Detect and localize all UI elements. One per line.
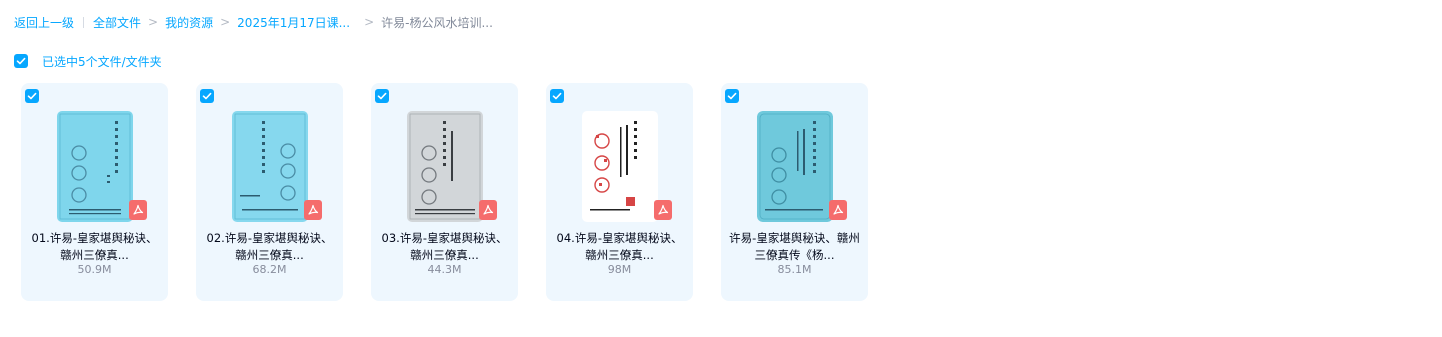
check-icon <box>202 92 212 100</box>
check-icon <box>27 92 37 100</box>
file-card[interactable]: 03.许易-皇家堪舆秘诀、 赣州三僚真... 44.3M <box>371 83 518 301</box>
file-name-line: 赣州三僚真... <box>410 248 479 262</box>
check-icon <box>727 92 737 100</box>
file-card[interactable]: 04.许易-皇家堪舆秘诀、 赣州三僚真... 98M <box>546 83 693 301</box>
file-size: 50.9M <box>77 263 112 276</box>
file-card[interactable]: 许易-皇家堪舆秘诀、赣州 三僚真传《杨... 85.1M <box>721 83 868 301</box>
pdf-thumbnail <box>57 111 133 222</box>
breadcrumb: 返回上一级 全部文件 > 我的资源 > 2025年1月17日课... > 许易-… <box>14 14 493 30</box>
file-card[interactable]: 02.许易-皇家堪舆秘诀、 赣州三僚真... 68.2M <box>196 83 343 301</box>
file-name-line: 01.许易-皇家堪舆秘诀、 <box>31 231 158 245</box>
breadcrumb-item-my-resources[interactable]: 我的资源 <box>165 14 213 31</box>
file-name-line: 赣州三僚真... <box>60 248 129 262</box>
file-name: 03.许易-皇家堪舆秘诀、 赣州三僚真... <box>377 230 512 264</box>
pdf-thumbnail <box>232 111 308 222</box>
file-checkbox[interactable] <box>725 89 739 103</box>
pdf-thumbnail <box>757 111 833 222</box>
file-name-line: 03.许易-皇家堪舆秘诀、 <box>381 231 508 245</box>
file-name-line: 赣州三僚真... <box>585 248 654 262</box>
select-all-checkbox[interactable] <box>14 54 28 68</box>
chevron-right-icon: > <box>364 15 375 29</box>
file-name-line: 赣州三僚真... <box>235 248 304 262</box>
file-size: 98M <box>607 263 632 276</box>
pdf-file-icon <box>654 200 672 220</box>
file-name-line: 三僚真传《杨... <box>754 248 835 262</box>
check-icon <box>552 92 562 100</box>
file-checkbox[interactable] <box>375 89 389 103</box>
check-icon <box>16 57 26 65</box>
file-checkbox[interactable] <box>550 89 564 103</box>
breadcrumb-item-course-folder[interactable]: 2025年1月17日课... <box>237 14 350 31</box>
file-name: 04.许易-皇家堪舆秘诀、 赣州三僚真... <box>552 230 687 264</box>
file-checkbox[interactable] <box>25 89 39 103</box>
check-icon <box>377 92 387 100</box>
file-name: 01.许易-皇家堪舆秘诀、 赣州三僚真... <box>27 230 162 264</box>
breadcrumb-item-all-files[interactable]: 全部文件 <box>93 14 141 31</box>
file-name-line: 许易-皇家堪舆秘诀、赣州 <box>729 231 860 245</box>
selection-bar: 已选中5个文件/文件夹 <box>14 53 162 69</box>
file-name-line: 04.许易-皇家堪舆秘诀、 <box>556 231 683 245</box>
breadcrumb-divider <box>83 16 85 28</box>
file-size: 85.1M <box>777 263 812 276</box>
file-name: 02.许易-皇家堪舆秘诀、 赣州三僚真... <box>202 230 337 264</box>
breadcrumb-current-folder: 许易-杨公风水培训... <box>381 15 493 30</box>
pdf-thumbnail <box>407 111 483 222</box>
pdf-thumbnail <box>582 111 658 222</box>
file-card[interactable]: 01.许易-皇家堪舆秘诀、 赣州三僚真... 50.9M <box>21 83 168 301</box>
file-size: 44.3M <box>427 263 462 276</box>
file-checkbox[interactable] <box>200 89 214 103</box>
file-browser: 返回上一级 全部文件 > 我的资源 > 2025年1月17日课... > 许易-… <box>0 0 1442 337</box>
selection-count-label: 已选中5个文件/文件夹 <box>42 54 162 69</box>
back-link[interactable]: 返回上一级 <box>14 14 74 31</box>
pdf-file-icon <box>479 200 497 220</box>
file-name: 许易-皇家堪舆秘诀、赣州 三僚真传《杨... <box>727 230 862 264</box>
chevron-right-icon: > <box>148 15 159 29</box>
chevron-right-icon: > <box>220 15 231 29</box>
file-name-line: 02.许易-皇家堪舆秘诀、 <box>206 231 333 245</box>
pdf-file-icon <box>304 200 322 220</box>
pdf-file-icon <box>829 200 847 220</box>
file-size: 68.2M <box>252 263 287 276</box>
pdf-file-icon <box>129 200 147 220</box>
